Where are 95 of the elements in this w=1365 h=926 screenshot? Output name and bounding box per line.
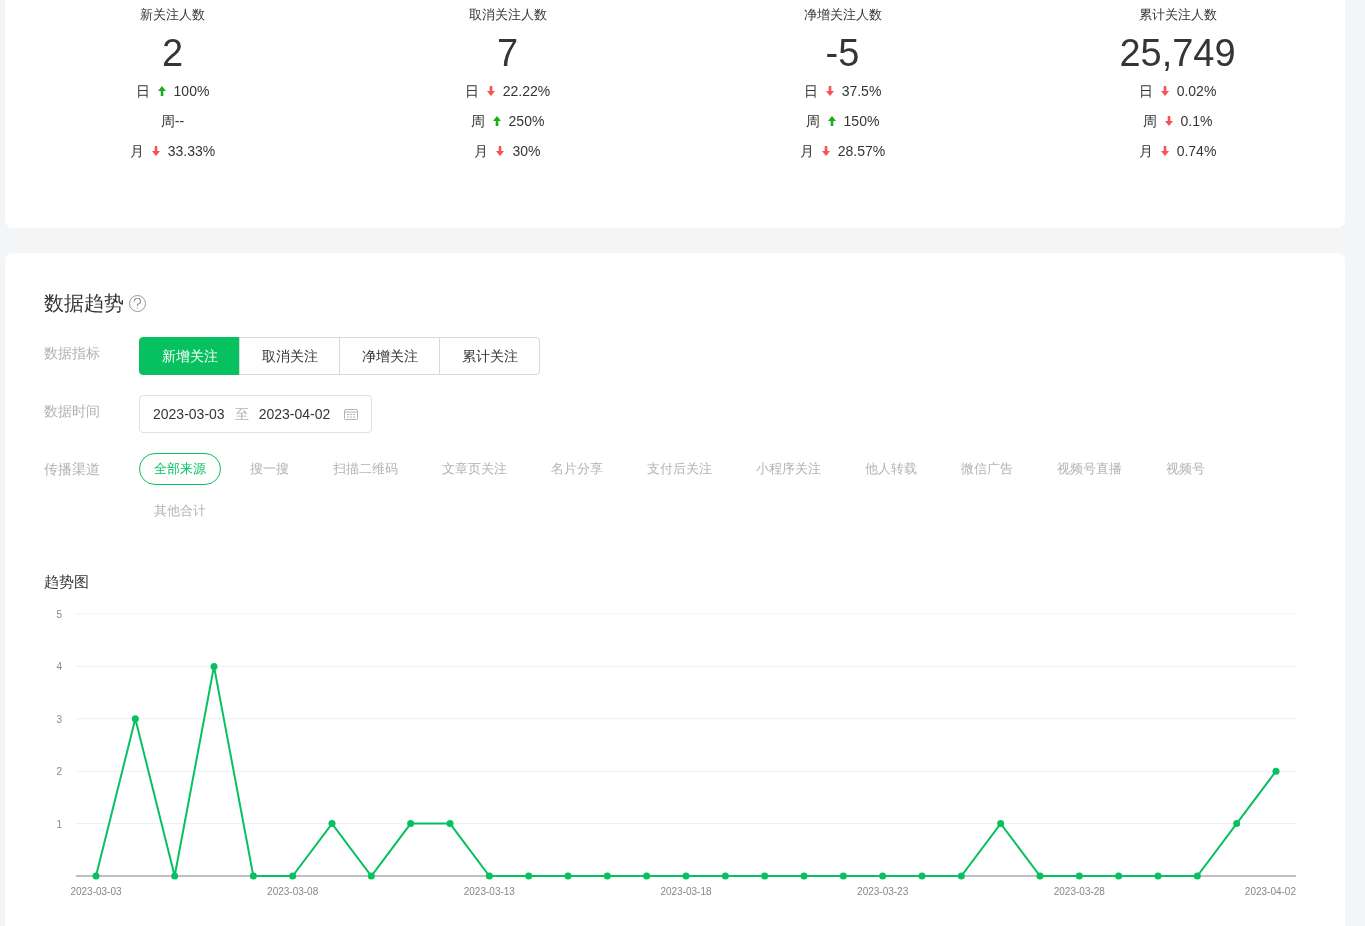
change-percent: 30% [512, 142, 541, 160]
change-percent: 150% [843, 112, 880, 130]
stat-value: 2 [161, 31, 184, 76]
change-percent: 0.1% [1180, 112, 1213, 130]
data-point [1272, 767, 1280, 775]
data-point [1193, 872, 1201, 880]
channel-option[interactable]: 文章页关注 [427, 453, 522, 485]
metric-tab[interactable]: 累计关注 [439, 337, 540, 375]
data-point [289, 872, 297, 880]
metric-tab[interactable]: 新增关注 [139, 337, 240, 375]
x-axis-label: 2023-03-28 [1053, 886, 1105, 897]
data-point [1115, 872, 1123, 880]
data-point [407, 820, 415, 828]
stat-value: 25,749 [1119, 31, 1236, 76]
y-axis-label: 2 [56, 766, 62, 778]
date-range-field[interactable]: 2023-03-03 至 2023-04-02 [139, 395, 373, 433]
period-label: 月 [1138, 142, 1153, 160]
period-label: 月 [129, 142, 144, 160]
x-axis-label: 2023-04-02 [1244, 886, 1296, 897]
stat-title: 净增关注人数 [803, 6, 882, 24]
channel-option[interactable]: 视频号直播 [1042, 453, 1137, 485]
data-point [564, 872, 572, 880]
period-label: 周 [1142, 112, 1157, 130]
channel-option[interactable]: 名片分享 [536, 453, 618, 485]
channel-option[interactable]: 支付后关注 [632, 453, 727, 485]
stat-value: 7 [496, 31, 519, 76]
change-percent: 33.33% [167, 142, 216, 160]
data-point [721, 872, 729, 880]
channel-option[interactable]: 微信广告 [946, 453, 1028, 485]
period-label: 周 [805, 112, 820, 130]
data-point [997, 820, 1005, 828]
change-percent: 250% [508, 112, 545, 130]
change-percent: 100% [173, 82, 210, 100]
channel-option[interactable]: 他人转载 [850, 453, 932, 485]
data-point [643, 872, 651, 880]
data-point [92, 872, 100, 880]
y-axis-label: 5 [56, 609, 62, 620]
y-axis-label: 4 [56, 661, 62, 673]
x-axis-label: 2023-03-03 [70, 886, 122, 897]
channel-option[interactable]: 视频号 [1151, 453, 1220, 485]
section-title: 数据趋势 [44, 291, 124, 316]
data-point [1233, 820, 1241, 828]
data-point [918, 872, 926, 880]
data-point [957, 872, 965, 880]
data-point [603, 872, 611, 880]
chart-title: 趋势图 [44, 572, 90, 592]
period-label: 日 [1138, 82, 1153, 100]
data-point [210, 662, 218, 670]
data-point [839, 872, 847, 880]
data-point [682, 872, 690, 880]
data-point [485, 872, 493, 880]
change-percent: 0.02% [1176, 82, 1217, 100]
x-axis-label: 2023-03-18 [660, 886, 712, 897]
data-point [1036, 872, 1044, 880]
x-axis-label: 2023-03-08 [267, 886, 319, 897]
period-label: 日 [135, 82, 150, 100]
data-point [249, 872, 257, 880]
data-point [328, 820, 336, 828]
data-point [171, 872, 179, 880]
change-percent: 37.5% [841, 82, 882, 100]
period-label: 周-- [160, 112, 185, 130]
data-point [131, 715, 139, 723]
field-label: 数据指标 [44, 344, 101, 363]
stat-title: 累计关注人数 [1138, 6, 1217, 24]
y-axis-label: 3 [56, 713, 62, 725]
field-label: 传播渠道 [44, 460, 101, 479]
y-axis-label: 1 [56, 818, 62, 830]
period-label: 月 [799, 142, 814, 160]
data-point [1075, 872, 1083, 880]
channel-option[interactable]: 其他合计 [139, 495, 221, 527]
data-point [367, 872, 375, 880]
data-point [525, 872, 533, 880]
data-point [800, 872, 808, 880]
change-percent: 22.22% [502, 82, 551, 100]
field-label: 数据时间 [44, 402, 101, 421]
x-axis-label: 2023-03-13 [463, 886, 515, 897]
stat-title: 新关注人数 [140, 6, 205, 24]
period-label: 日 [803, 82, 818, 100]
data-point [1154, 872, 1162, 880]
stat-title: 取消关注人数 [468, 6, 547, 24]
period-label: 日 [464, 82, 479, 100]
calendar-icon [344, 408, 359, 420]
channel-option[interactable]: 小程序关注 [741, 453, 836, 485]
data-point [446, 820, 454, 828]
period-label: 月 [474, 142, 489, 160]
data-point [761, 872, 769, 880]
metric-tab[interactable]: 取消关注 [239, 337, 340, 375]
channel-option[interactable]: 扫描二维码 [318, 453, 413, 485]
x-axis-label: 2023-03-23 [857, 886, 909, 897]
data-point [879, 872, 887, 880]
period-label: 周 [470, 112, 485, 130]
stat-value: -5 [825, 31, 860, 76]
change-percent: 0.74% [1176, 142, 1217, 160]
metric-tab[interactable]: 净增关注 [339, 337, 440, 375]
change-percent: 28.57% [837, 142, 886, 160]
